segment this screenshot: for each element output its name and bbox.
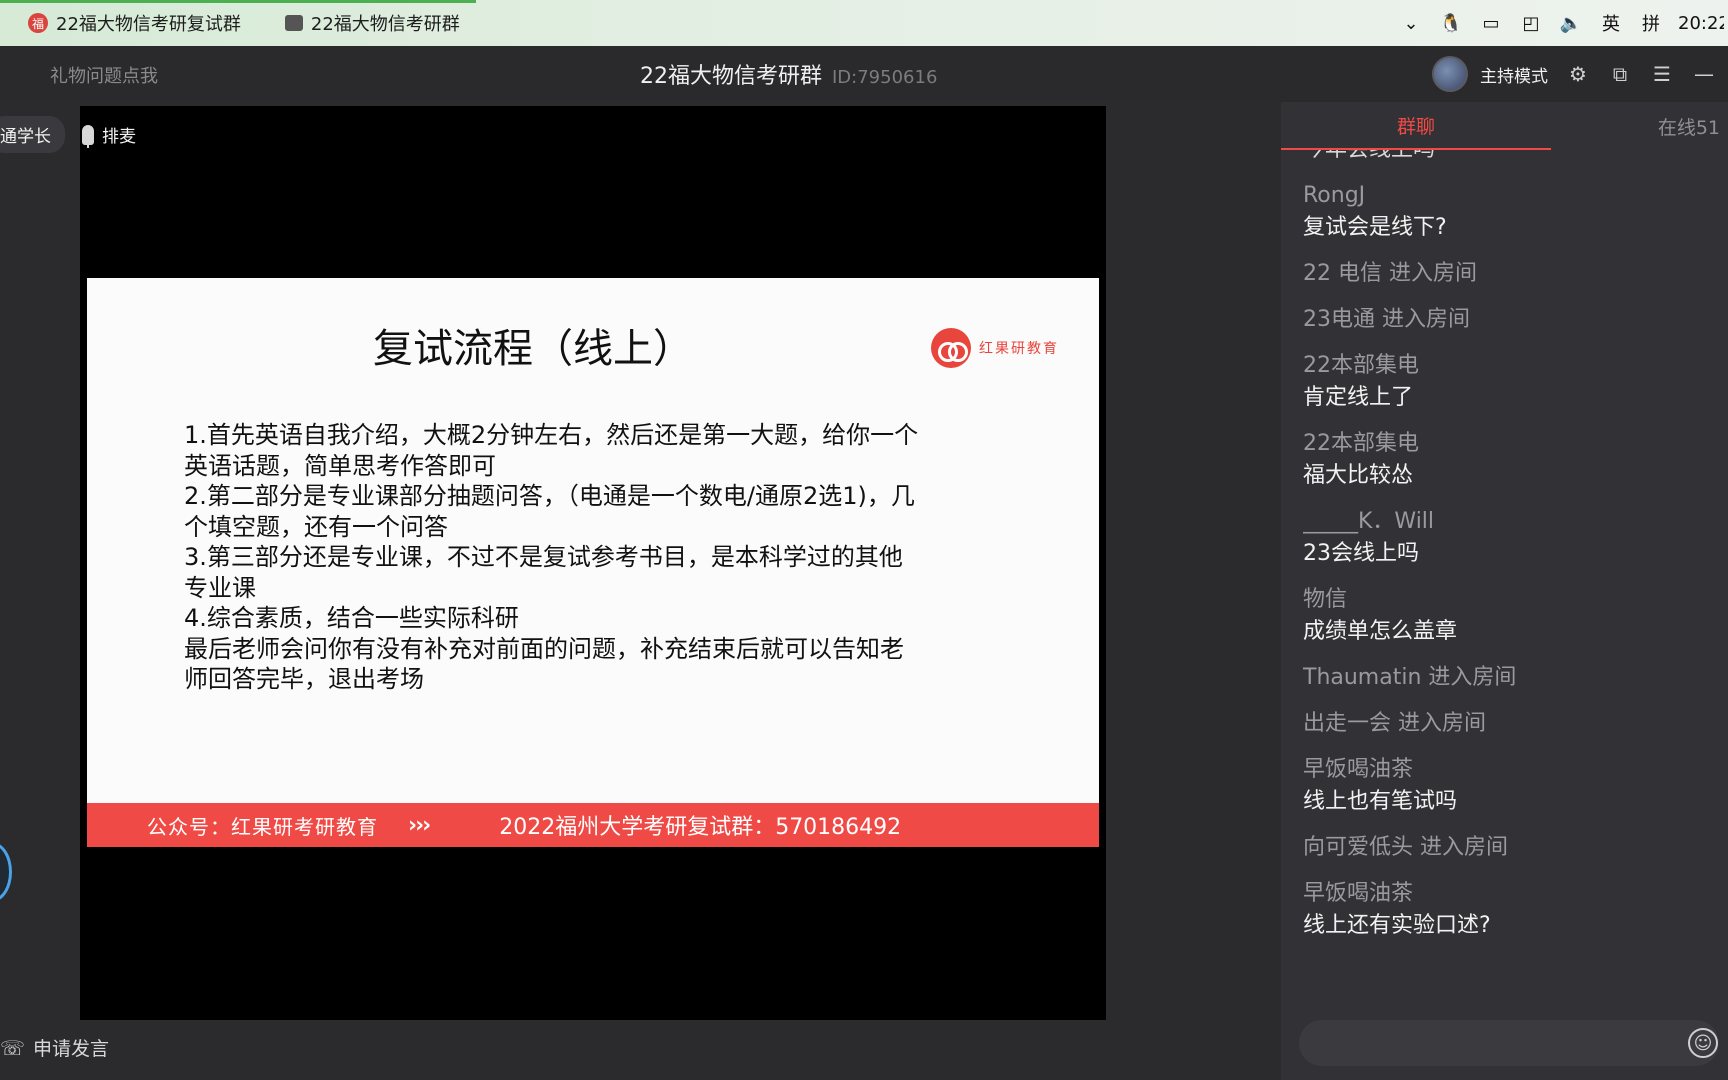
room-name: 22福大物信考研群 — [640, 64, 822, 89]
ime-language[interactable]: 英 — [1598, 10, 1624, 36]
popout-icon[interactable]: ⧉ — [1608, 62, 1632, 86]
apply-speak-button[interactable]: ☏ 申请发言 — [0, 1034, 109, 1061]
clock[interactable]: 20:22 — [1678, 13, 1724, 34]
app-header: 礼物问题点我 22福大物信考研群 ID:7950616 主持模式 ⚙ ⧉ ☰ — — [0, 46, 1728, 102]
chat-message: 物信 成绩单怎么盖章 — [1303, 584, 1713, 648]
task-tab-label: 22福大物信考研群 — [310, 14, 460, 35]
task-tab-exam-group[interactable]: 22福大物信考研群 — [256, 0, 476, 46]
system-text: 22 电信 进入房间 — [1303, 261, 1477, 286]
message-text: 成绩单怎么盖章 — [1303, 619, 1458, 644]
chat-system-message: Thaumatin 进入房间 — [1303, 662, 1713, 694]
chat-tabs: 群聊 在线51 — [1281, 102, 1728, 150]
qq-penguin-icon[interactable]: 🐧 — [1438, 10, 1464, 36]
sender-name: _____K．Will — [1303, 509, 1435, 534]
active-tab-indicator — [256, 0, 476, 3]
message-text: 今年会线上吗 — [1303, 150, 1713, 166]
gift-help-link[interactable]: 礼物问题点我 — [50, 62, 158, 88]
chat-panel: 群聊 在线51 今年会线上吗 RongJ 复试会是线下? 22 电信 进入房间 … — [1281, 102, 1728, 1080]
queue-label: 排麦 — [102, 127, 136, 147]
slide-line: 个填空题，还有一个问答 — [184, 512, 448, 541]
system-text: 23电通 进入房间 — [1303, 307, 1470, 332]
room-id: ID:7950616 — [832, 67, 938, 88]
active-tab-indicator — [0, 0, 257, 3]
chat-message: 今年会线上吗 — [1303, 150, 1713, 166]
chat-message: 22本部集电 福大比较怂 — [1303, 428, 1713, 492]
red-seal-icon: 福 — [28, 13, 48, 33]
system-tray: ⌄ 🐧 ▭ ◰ 🔈 英 拼 20:22 — [1398, 0, 1728, 46]
slide-line: 专业课 — [184, 573, 256, 602]
apply-speak-label: 申请发言 — [33, 1038, 110, 1060]
tab-group-chat[interactable]: 群聊 — [1281, 102, 1551, 150]
message-text: 线上也有笔试吗 — [1303, 789, 1458, 814]
brand-text: 红果研教育 — [979, 341, 1059, 357]
sender-name: 早饭喝油茶 — [1303, 757, 1414, 782]
chat-message: 早饭喝油茶 线上还有实验口述? — [1303, 878, 1713, 942]
slide-body: 1.首先英语自我介绍，大概2分钟左右，然后还是第一大题，给你一个 英语话题，简单… — [184, 420, 984, 695]
phone-icon: ☏ — [0, 1035, 26, 1060]
battery-icon[interactable]: ▭ — [1478, 10, 1504, 36]
chat-system-message: 出走一会 进入房间 — [1303, 708, 1713, 740]
sender-name: 22本部集电 — [1303, 353, 1419, 378]
chat-messages[interactable]: 今年会线上吗 RongJ 复试会是线下? 22 电信 进入房间 23电通 进入房… — [1303, 150, 1713, 990]
footer-account: 公众号：红果研考研教育 — [147, 814, 378, 839]
queue-mic-button[interactable]: 排麦 — [82, 122, 136, 148]
settings-icon[interactable]: ⚙ — [1566, 62, 1590, 86]
slide-line: 1.首先英语自我介绍，大概2分钟左右，然后还是第一大题，给你一个 — [184, 421, 919, 449]
chat-system-message: 23电通 进入房间 — [1303, 304, 1713, 336]
speaker-avatar-ring[interactable] — [0, 842, 12, 902]
chevron-down-icon[interactable]: ⌄ — [1398, 10, 1424, 36]
shared-slide: 复试流程（线上） 红果研教育 1.首先英语自我介绍，大概2分钟左右，然后还是第一… — [87, 278, 1099, 847]
slide-line: 4.综合素质，结合一些实际科研 — [184, 604, 519, 632]
ime-mode[interactable]: 拼 — [1638, 10, 1664, 36]
sender-name: 物信 — [1303, 587, 1348, 612]
slide-line: 最后老师会问你有没有补充对前面的问题，补充结束后就可以告知老 — [184, 634, 904, 663]
minimize-icon[interactable]: — — [1692, 62, 1716, 86]
slide-footer: 公众号：红果研考研教育 ››› 2022福州大学考研复试群：570186492 — [87, 803, 1099, 847]
network-icon[interactable]: ◰ — [1518, 10, 1544, 36]
chat-system-message: 22 电信 进入房间 — [1303, 258, 1713, 290]
system-text: Thaumatin 进入房间 — [1303, 665, 1517, 690]
task-tab-review-group[interactable]: 福 22福大物信考研复试群 — [0, 0, 257, 46]
message-text: 线上还有实验口述? — [1303, 913, 1491, 938]
message-text: 肯定线上了 — [1303, 385, 1414, 410]
slide-line: 2.第二部分是专业课部分抽题问答，（电通是一个数电/通原2选1)，几 — [184, 482, 915, 510]
chat-message: _____K．Will 23会线上吗 — [1303, 506, 1713, 570]
speaker-name-pill[interactable]: 通学长 — [0, 116, 65, 153]
taskbar: 福 22福大物信考研复试群 22福大物信考研群 ⌄ 🐧 ▭ ◰ 🔈 英 拼 20… — [0, 0, 1728, 46]
chat-message: RongJ 复试会是线下? — [1303, 180, 1713, 244]
slide-line: 3.第三部分还是专业课，不过不是复试参考书目，是本科学过的其他 — [184, 543, 903, 571]
sender-name: 22本部集电 — [1303, 431, 1419, 456]
mic-icon — [82, 124, 94, 148]
chat-system-message: 向可爱低头 进入房间 — [1303, 832, 1713, 864]
system-text: 出走一会 进入房间 — [1303, 711, 1486, 736]
message-text: 23会线上吗 — [1303, 541, 1419, 566]
system-text: 向可爱低头 进入房间 — [1303, 835, 1508, 860]
brand-logo-icon — [931, 328, 971, 368]
window-icon — [284, 15, 303, 31]
emoji-icon[interactable]: ☺ — [1688, 1028, 1718, 1058]
chat-message: 22本部集电 肯定线上了 — [1303, 350, 1713, 414]
message-text: 福大比较怂 — [1303, 463, 1414, 488]
chat-message: 早饭喝油茶 线上也有笔试吗 — [1303, 754, 1713, 818]
message-text: 复试会是线下? — [1303, 215, 1447, 240]
brand-logo: 红果研教育 — [931, 328, 1059, 368]
menu-icon[interactable]: ☰ — [1650, 62, 1674, 86]
avatar[interactable] — [1432, 56, 1468, 92]
header-controls: 主持模式 ⚙ ⧉ ☰ — — [1432, 56, 1716, 92]
host-mode-button[interactable]: 主持模式 — [1480, 62, 1548, 87]
sender-name: RongJ — [1303, 183, 1366, 208]
room-title: 22福大物信考研群 ID:7950616 — [640, 58, 937, 90]
footer-group: 2022福州大学考研复试群：570186492 — [499, 815, 902, 840]
task-tab-label: 22福大物信考研复试群 — [56, 14, 241, 35]
chat-input[interactable] — [1299, 1020, 1719, 1066]
arrows-icon: ››› — [408, 812, 431, 838]
volume-icon[interactable]: 🔈 — [1558, 10, 1584, 36]
slide-line: 英语话题，简单思考作答即可 — [184, 451, 496, 480]
slide-line: 师回答完毕，退出考场 — [184, 665, 424, 693]
sender-name: 早饭喝油茶 — [1303, 881, 1414, 906]
tab-online[interactable]: 在线51 — [1551, 102, 1728, 150]
